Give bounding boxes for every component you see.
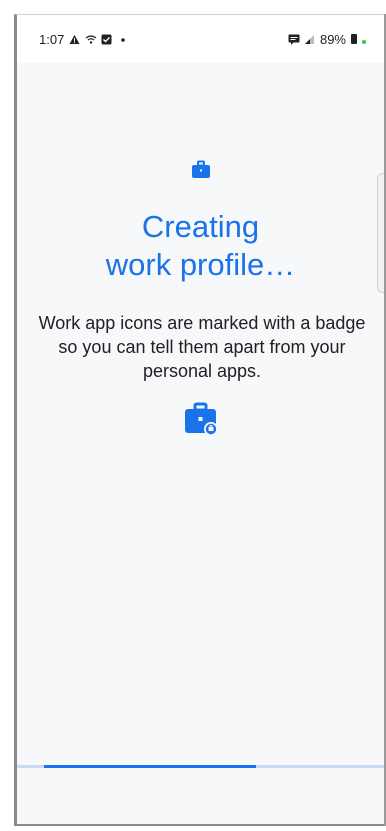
progress-bar (17, 765, 384, 768)
charging-dot-icon (362, 40, 366, 44)
status-time: 1:07 (39, 31, 65, 47)
wifi-calling-icon (85, 34, 97, 45)
phone-screen: 1:07 89% Creating work profile… Work app… (14, 14, 384, 826)
status-bar-right: 89% (288, 32, 366, 47)
page-title: Creating work profile… (17, 208, 384, 284)
status-bar-left: 1:07 (39, 32, 128, 47)
battery-icon (351, 34, 357, 44)
status-bar: 1:07 89% (17, 15, 384, 63)
checkbox-icon (101, 34, 112, 45)
progress-bar-fill (44, 765, 256, 768)
battery-percent: 89% (319, 31, 346, 47)
badged-briefcase-icon (184, 402, 218, 436)
page-title-line2: work profile… (105, 247, 296, 282)
screenshot-frame: 1:07 89% Creating work profile… Work app… (0, 0, 386, 831)
page-title-line1: Creating (141, 209, 260, 244)
warning-icon (69, 34, 80, 45)
work-briefcase-icon (191, 160, 211, 180)
edge-panel-handle[interactable] (377, 173, 384, 293)
dot-icon (117, 34, 128, 45)
signal-icon (304, 34, 315, 45)
messages-icon (288, 34, 300, 45)
page-description: Work app icons are marked with a badge s… (38, 313, 366, 381)
